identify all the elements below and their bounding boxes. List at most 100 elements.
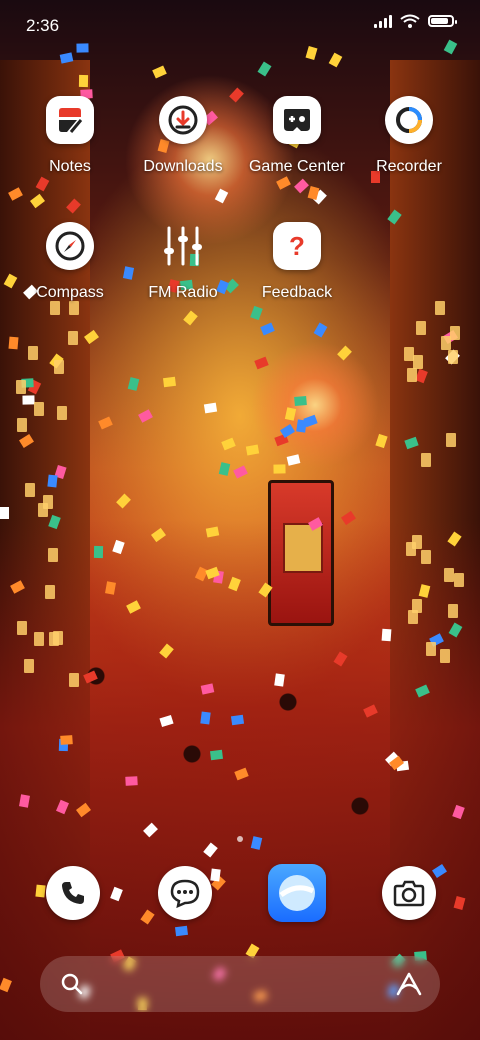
confetti-piece [183,310,198,326]
festival-float [268,480,334,626]
window-light [447,350,458,364]
window-light [33,632,44,646]
notes-icon [46,96,94,144]
app-label: FM Radio [148,284,218,301]
window-light [435,301,446,315]
confetti-piece [209,749,224,761]
window-light [448,604,459,618]
app-label: Game Center [248,158,346,175]
window-light [413,355,423,369]
app-label: Notes [49,158,91,175]
confetti-piece [98,416,113,430]
window-light [449,326,460,340]
browser-icon [279,875,315,911]
window-light [68,301,79,315]
window-light [17,621,28,635]
window-light [48,548,59,562]
window-light [421,453,432,467]
window-light [421,550,432,564]
app-label: Downloads [143,158,223,175]
window-light [53,360,64,374]
confetti-piece [22,395,35,405]
confetti-piece [47,474,58,488]
confetti-piece [200,711,211,725]
question-icon: ? [273,222,321,270]
window-light [425,642,436,656]
search-bar[interactable] [40,956,440,1012]
window-light [407,368,418,382]
window-light [27,346,38,360]
confetti-piece [138,409,153,423]
window-light [68,331,79,345]
window-light [57,406,68,420]
app-feedback[interactable]: ? Feedback [242,222,352,302]
confetti-piece [127,377,140,391]
dock-browser[interactable] [268,864,326,922]
wifi-icon [400,14,420,28]
window-light [68,673,79,687]
window-light [412,535,423,549]
window-light [17,418,28,432]
recorder-icon [385,96,433,144]
dock-camera[interactable] [382,866,436,920]
status-time: 2:36 [26,16,60,35]
firework [240,330,390,480]
window-light [43,495,54,509]
confetti-piece [294,395,307,407]
window-light [24,483,35,497]
search-icon[interactable] [60,972,84,996]
window-light [443,568,454,582]
app-label: Feedback [261,284,333,301]
window-light [15,380,26,394]
confetti-piece [35,884,46,898]
window-light [33,402,44,416]
confetti-piece [375,433,388,449]
page-indicator [237,836,243,842]
confetti-piece [174,925,189,937]
confetti-piece [93,545,104,559]
window-light [415,321,426,335]
battery-icon [428,15,457,27]
dock-messages[interactable] [158,866,212,920]
camera-icon [393,880,425,907]
confetti-piece [260,322,275,336]
app-label: Compass [36,284,104,301]
window-light [454,573,465,587]
compass-icon [46,222,94,270]
gamepad-icon [273,96,321,144]
window-light [439,649,450,663]
confetti-piece [78,74,89,88]
window-light [23,659,34,673]
app-fm-radio[interactable]: FM Radio [128,222,238,302]
confetti-piece [221,437,236,451]
confetti-piece [8,336,19,350]
app-game-center[interactable]: Game Center [242,96,352,176]
window-light [50,301,61,315]
confetti-piece [203,402,218,414]
phone-icon [62,882,84,904]
app-downloads[interactable]: Downloads [128,96,238,176]
confetti-piece [230,714,245,726]
app-notes[interactable]: Notes [15,96,125,176]
question-glyph: ? [289,230,305,261]
equalizer-icon [159,222,207,270]
confetti-piece [296,419,307,433]
confetti-piece [250,305,263,321]
home-screen: 2:36 Notes Downloads Game Center Recorde… [0,0,480,1040]
confetti-piece [125,776,138,786]
confetti-piece [328,52,343,68]
dock-phone[interactable] [46,866,100,920]
status-bar: 2:36 [0,0,480,50]
confetti-piece [233,465,248,479]
app-recorder[interactable]: Recorder [354,96,464,176]
window-light [44,585,55,599]
download-icon [159,96,207,144]
confetti-piece [0,507,9,519]
confetti-piece [210,868,221,882]
signal-icon [374,14,392,28]
message-icon [170,879,200,908]
app-compass[interactable]: Compass [15,222,125,302]
confetti-piece [273,464,286,474]
assistant-icon[interactable] [396,972,422,996]
confetti-piece [274,673,285,687]
